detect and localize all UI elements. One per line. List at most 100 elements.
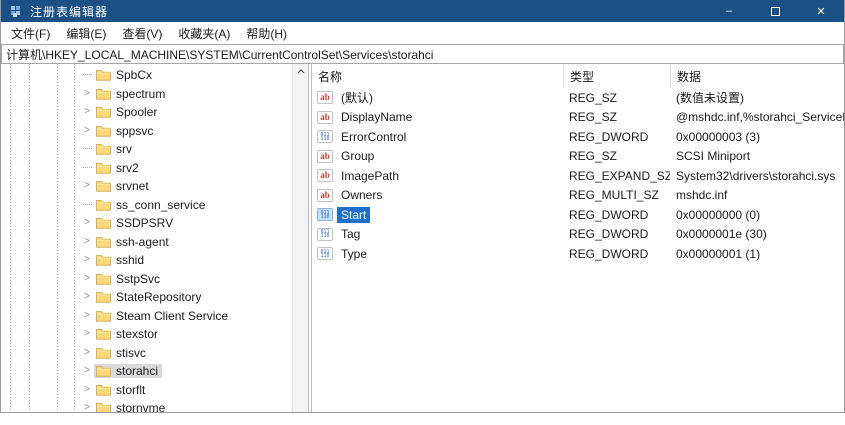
column-header-type[interactable]: 类型 bbox=[563, 64, 670, 88]
tree-node[interactable]: sppsvc bbox=[94, 124, 157, 138]
column-header-name[interactable]: 名称 bbox=[312, 68, 563, 85]
menu-edit[interactable]: 编辑(E) bbox=[58, 22, 114, 45]
menu-favorites[interactable]: 收藏夹(A) bbox=[170, 22, 238, 45]
tree-expand-chevron-icon[interactable] bbox=[80, 255, 94, 265]
value-name-cell[interactable]: Owners bbox=[312, 187, 563, 203]
tree-expand-chevron-icon[interactable] bbox=[80, 348, 94, 358]
tree-item-stornvme[interactable]: stornvme bbox=[1, 399, 291, 412]
value-name-cell[interactable]: (默认) bbox=[312, 90, 563, 106]
tree-node[interactable]: srv2 bbox=[94, 161, 143, 175]
value-type: REG_DWORD bbox=[563, 130, 670, 144]
tree-item-sstpsvc[interactable]: SstpSvc bbox=[1, 270, 291, 289]
menu-help[interactable]: 帮助(H) bbox=[238, 22, 295, 45]
value-name-cell[interactable]: Tag bbox=[312, 226, 563, 242]
tree-item-stisvc[interactable]: stisvc bbox=[1, 344, 291, 363]
tree-expand-chevron-icon[interactable] bbox=[80, 126, 94, 136]
value-row-imagepath[interactable]: ImagePath REG_EXPAND_SZ System32\drivers… bbox=[312, 166, 844, 186]
tree-node[interactable]: SSDPSRV bbox=[94, 216, 177, 230]
list-header: 名称 类型 数据 bbox=[312, 64, 844, 88]
tree-node[interactable]: Spooler bbox=[94, 105, 161, 119]
tree-expand-chevron-icon[interactable] bbox=[80, 403, 94, 412]
tree-item-label: srvnet bbox=[116, 180, 149, 192]
value-type: REG_SZ bbox=[563, 110, 670, 124]
tree-item-label: storahci bbox=[116, 365, 158, 377]
value-name-cell[interactable]: ErrorControl bbox=[312, 129, 563, 145]
menu-view[interactable]: 查看(V) bbox=[114, 22, 170, 45]
value-name-cell[interactable]: DisplayName bbox=[312, 109, 563, 125]
tree-expand-chevron-icon[interactable] bbox=[80, 385, 94, 395]
tree-item-ssh-agent[interactable]: ssh-agent bbox=[1, 233, 291, 252]
tree-item-staterepository[interactable]: StateRepository bbox=[1, 288, 291, 307]
tree-item-label: storflt bbox=[116, 384, 145, 396]
value-row-start[interactable]: Start REG_DWORD 0x00000000 (0) bbox=[312, 205, 844, 225]
tree-item-label: Steam Client Service bbox=[116, 310, 228, 322]
tree-expand-chevron-icon[interactable] bbox=[80, 107, 94, 117]
address-bar[interactable]: 计算机\HKEY_LOCAL_MACHINE\SYSTEM\CurrentCon… bbox=[1, 44, 844, 64]
tree-vertical-scrollbar[interactable] bbox=[292, 64, 308, 412]
tree-connector-icon bbox=[80, 144, 94, 154]
maximize-icon bbox=[771, 7, 780, 16]
tree-item-stexstor[interactable]: stexstor bbox=[1, 325, 291, 344]
tree-expand-chevron-icon[interactable] bbox=[80, 366, 94, 376]
maximize-button[interactable] bbox=[752, 0, 798, 22]
tree-node[interactable]: stornvme bbox=[94, 401, 169, 412]
folder-icon bbox=[96, 106, 111, 118]
column-header-data[interactable]: 数据 bbox=[670, 64, 844, 88]
minimize-button[interactable]: – bbox=[706, 0, 752, 22]
tree-node[interactable]: stexstor bbox=[94, 327, 162, 341]
tree-node[interactable]: Steam Client Service bbox=[94, 309, 232, 323]
tree-item-sshid[interactable]: sshid bbox=[1, 251, 291, 270]
tree-expand-chevron-icon[interactable] bbox=[80, 237, 94, 247]
tree-expand-chevron-icon[interactable] bbox=[80, 329, 94, 339]
value-row-type[interactable]: Type REG_DWORD 0x00000001 (1) bbox=[312, 244, 844, 264]
tree-node[interactable]: SstpSvc bbox=[94, 272, 164, 286]
tree-node[interactable]: storahci bbox=[94, 364, 162, 378]
tree-node[interactable]: ssh-agent bbox=[94, 235, 173, 249]
tree-item-srv2[interactable]: srv2 bbox=[1, 159, 291, 178]
reg-sz-icon bbox=[317, 111, 333, 124]
value-name-cell[interactable]: ImagePath bbox=[312, 168, 563, 184]
tree-item-storahci[interactable]: storahci bbox=[1, 362, 291, 381]
tree-item-srvnet[interactable]: srvnet bbox=[1, 177, 291, 196]
folder-icon bbox=[96, 199, 111, 211]
tree-item-ss-conn-service[interactable]: ss_conn_service bbox=[1, 196, 291, 215]
tree-expand-chevron-icon[interactable] bbox=[80, 181, 94, 191]
close-button[interactable]: ✕ bbox=[798, 0, 844, 22]
tree-item-storflt[interactable]: storflt bbox=[1, 381, 291, 400]
tree-expand-chevron-icon[interactable] bbox=[80, 292, 94, 302]
tree-node[interactable]: ss_conn_service bbox=[94, 198, 209, 212]
tree-item-spooler[interactable]: Spooler bbox=[1, 103, 291, 122]
tree-expand-chevron-icon[interactable] bbox=[80, 89, 94, 99]
tree-expand-chevron-icon[interactable] bbox=[80, 274, 94, 284]
tree-expand-chevron-icon[interactable] bbox=[80, 218, 94, 228]
tree-item-spectrum[interactable]: spectrum bbox=[1, 85, 291, 104]
tree-node[interactable]: srv bbox=[94, 142, 136, 156]
folder-icon bbox=[96, 384, 111, 396]
tree-node[interactable]: spectrum bbox=[94, 87, 169, 101]
tree-item-srv[interactable]: srv bbox=[1, 140, 291, 159]
tree-node[interactable]: storflt bbox=[94, 383, 149, 397]
value-name-cell[interactable]: Group bbox=[312, 148, 563, 164]
tree-item-label: srv2 bbox=[116, 162, 139, 174]
tree-node[interactable]: sshid bbox=[94, 253, 148, 267]
value-row-default[interactable]: (默认) REG_SZ (数值未设置) bbox=[312, 88, 844, 108]
value-row-owners[interactable]: Owners REG_MULTI_SZ mshdc.inf bbox=[312, 186, 844, 206]
tree-item-steam-client-service[interactable]: Steam Client Service bbox=[1, 307, 291, 326]
menu-file[interactable]: 文件(F) bbox=[3, 22, 58, 45]
tree-node[interactable]: SpbCx bbox=[94, 68, 156, 82]
folder-icon bbox=[96, 402, 111, 412]
value-row-errorcontrol[interactable]: ErrorControl REG_DWORD 0x00000003 (3) bbox=[312, 127, 844, 147]
value-row-group[interactable]: Group REG_SZ SCSI Miniport bbox=[312, 147, 844, 167]
tree-node[interactable]: StateRepository bbox=[94, 290, 205, 304]
tree-node[interactable]: srvnet bbox=[94, 179, 153, 193]
tree-expand-chevron-icon[interactable] bbox=[80, 311, 94, 321]
value-name-cell[interactable]: Start bbox=[312, 207, 563, 223]
value-row-displayname[interactable]: DisplayName REG_SZ @mshdc.inf,%storahci_… bbox=[312, 108, 844, 128]
tree-item-ssdpsrv[interactable]: SSDPSRV bbox=[1, 214, 291, 233]
tree-node[interactable]: stisvc bbox=[94, 346, 150, 360]
value-name-cell[interactable]: Type bbox=[312, 246, 563, 262]
tree-item-spbcx[interactable]: SpbCx bbox=[1, 66, 291, 85]
value-row-tag[interactable]: Tag REG_DWORD 0x0000001e (30) bbox=[312, 225, 844, 245]
tree-item-sppsvc[interactable]: sppsvc bbox=[1, 122, 291, 141]
scrollbar-up-arrow-icon[interactable] bbox=[293, 64, 308, 79]
